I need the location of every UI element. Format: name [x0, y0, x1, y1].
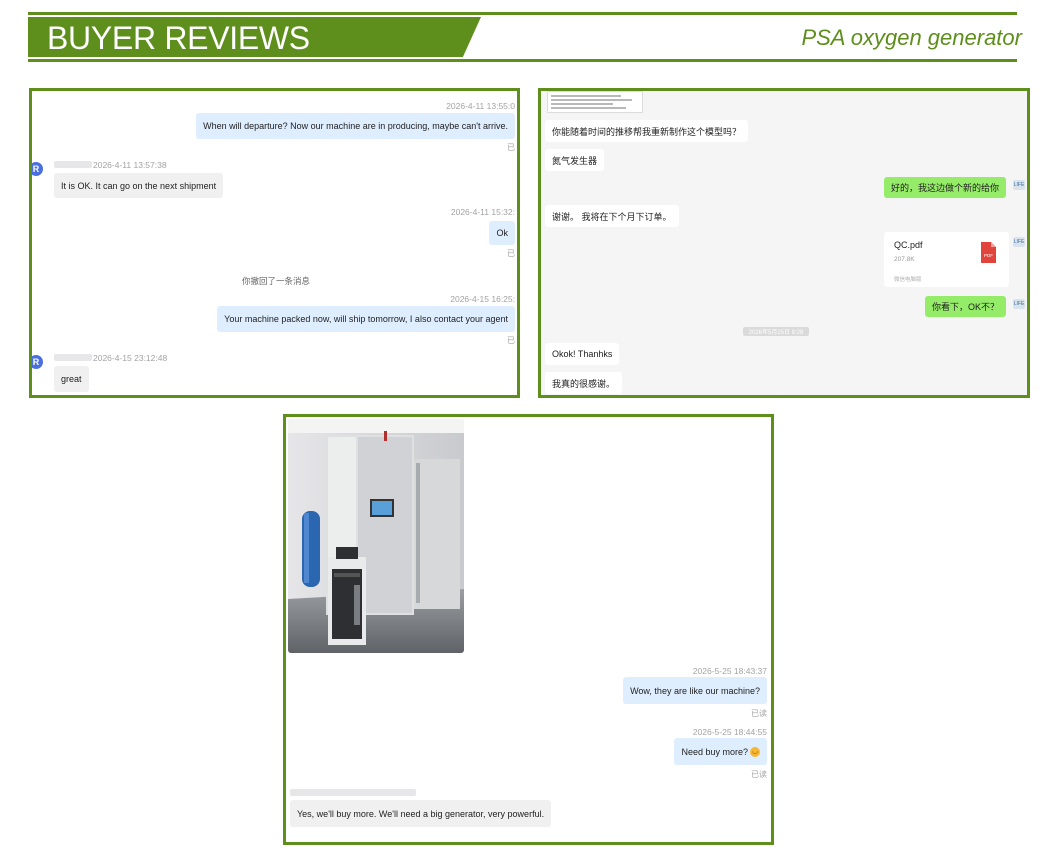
file-name: QC.pdf	[894, 240, 923, 250]
contact-avatar[interactable]: R	[32, 355, 43, 369]
outgoing-message[interactable]: Wow, they are like our machine?	[623, 677, 767, 704]
file-source: 微信电脑版	[894, 277, 922, 283]
document-thumbnail[interactable]	[547, 91, 643, 113]
incoming-message[interactable]: Okok! Thanhks	[545, 343, 620, 365]
machine-photo[interactable]	[288, 419, 464, 653]
chat-screenshot-2: 你能随着时间的推移帮我重新制作这个模型吗？ 氮气发生器 好的，我这边做个新的给你…	[538, 88, 1030, 398]
read-receipt: 已读	[751, 709, 767, 718]
self-avatar[interactable]: LIFE	[1013, 237, 1025, 247]
read-receipt: 已	[507, 143, 515, 152]
message-timestamp: 2026-4-11 13:57:38	[93, 160, 167, 170]
read-receipt: 已	[507, 336, 515, 345]
read-receipt: 已	[507, 249, 515, 258]
incoming-message[interactable]: Yes, we'll buy more. We'll need a big ge…	[290, 800, 552, 827]
file-attachment[interactable]: QC.pdf 207.8K 微信电脑版 PDF	[884, 232, 1009, 287]
message-timestamp: 2026-5-25 18:43:37	[692, 666, 767, 676]
incoming-message[interactable]: 谢谢。 我将在下个月下订单。	[545, 205, 679, 227]
self-avatar[interactable]: LIFE	[1013, 180, 1025, 190]
outgoing-message[interactable]: 你看下，OK不？	[924, 296, 1006, 317]
blurred-sender-line	[290, 789, 416, 796]
incoming-message[interactable]: It is OK. It can go on the next shipment	[54, 173, 224, 198]
pdf-file-icon: PDF	[981, 242, 996, 263]
svg-text:PDF: PDF	[984, 253, 993, 258]
header-bottom-rule	[28, 59, 1017, 62]
outgoing-message[interactable]: 好的，我这边做个新的给你	[883, 177, 1006, 198]
message-timestamp: 2026-5-25 18:44:55	[692, 727, 767, 737]
page-title: BUYER REVIEWS	[47, 20, 310, 56]
incoming-message[interactable]: 你能随着时间的推移帮我重新制作这个模型吗？	[545, 120, 749, 142]
incoming-message[interactable]: great	[54, 366, 89, 392]
recall-notice: 你撤回了一条消息	[242, 276, 311, 286]
blurred-sender-name	[54, 161, 92, 168]
message-text: Need buy more?	[681, 746, 748, 757]
read-receipt: 已读	[751, 770, 767, 779]
outgoing-message[interactable]: Your machine packed now, will ship tomor…	[217, 306, 515, 332]
outgoing-message[interactable]: When will departure? Now our machine are…	[196, 113, 515, 139]
chat-screenshot-1: 2026-4-11 13:55:0 When will departure? N…	[29, 88, 520, 398]
chat-screenshot-3: 2026-5-25 18:43:37 Wow, they are like ou…	[283, 414, 774, 845]
date-separator: 2026年5月25日 9:28	[743, 327, 809, 336]
outgoing-message[interactable]: Need buy more? ◡	[674, 738, 767, 765]
smirk-emoji-icon: ◡	[750, 746, 760, 757]
incoming-message[interactable]: 我真的很感谢。	[545, 372, 623, 394]
blurred-sender-name	[54, 354, 92, 361]
outgoing-message[interactable]: Ok	[489, 221, 515, 245]
header-top-rule	[28, 12, 1017, 15]
message-timestamp: 2026-4-11 15:32:	[450, 207, 515, 217]
message-timestamp: 2026-4-15 16:25:	[450, 294, 515, 304]
file-size: 207.8K	[894, 256, 915, 263]
incoming-message[interactable]: 氮气发生器	[545, 149, 605, 171]
message-timestamp: 2026-4-15 23:12:48	[93, 353, 168, 363]
self-avatar[interactable]: LIFE	[1013, 299, 1025, 309]
page-subtitle: PSA oxygen generator	[801, 25, 1022, 50]
contact-avatar[interactable]: R	[32, 162, 43, 176]
message-timestamp: 2026-4-11 13:55:0	[446, 101, 515, 111]
